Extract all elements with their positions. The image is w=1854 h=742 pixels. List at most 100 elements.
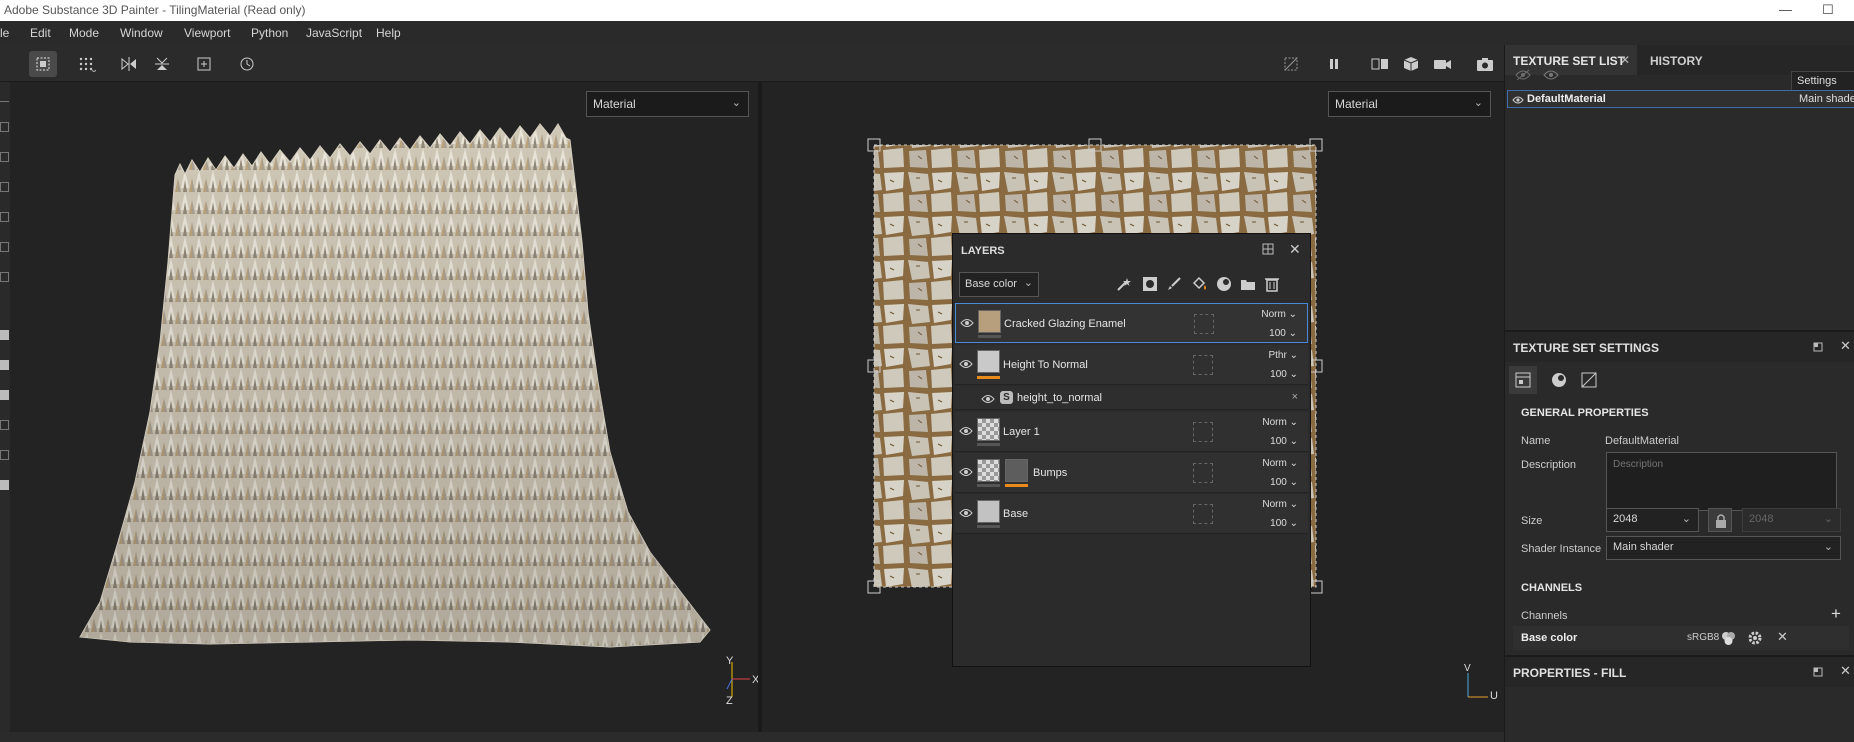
layers-channel-dropdown[interactable]: Base color ⌄ [959, 272, 1039, 297]
cube-icon[interactable] [1397, 51, 1425, 77]
visibility-eye-icon[interactable] [959, 507, 973, 521]
tab-shader-icon[interactable] [1545, 366, 1573, 394]
add-fill-layer-icon[interactable] [1191, 276, 1209, 295]
blend-mask-slot[interactable] [1193, 463, 1213, 483]
minimize-icon[interactable]: — [1779, 2, 1792, 17]
blend-mode-dropdown[interactable]: Norm ⌄ [1262, 417, 1298, 428]
delete-layer-icon[interactable] [1265, 276, 1279, 295]
layer-row-bumps[interactable]: Bumps Norm ⌄ 100 ⌄ [955, 453, 1308, 493]
tool-bake-icon[interactable] [0, 390, 9, 400]
add-mask-icon[interactable] [1142, 276, 1158, 295]
menu-javascript[interactable]: JavaScript [306, 26, 362, 40]
tool-paint-icon[interactable] [0, 92, 9, 102]
menu-edit[interactable]: Edit [30, 26, 51, 40]
add-paint-layer-icon[interactable] [1166, 276, 1182, 295]
pause-icon[interactable] [1320, 51, 1348, 77]
layer-row-height-to-normal[interactable]: Height To Normal Pthr ⌄ 100 ⌄ [955, 345, 1308, 385]
layer-row-base[interactable]: Base Norm ⌄ 100 ⌄ [955, 494, 1308, 534]
channel-row-base-color[interactable]: Base color sRGB8 ✕ [1513, 626, 1849, 650]
visibility-eye-icon[interactable] [959, 466, 973, 480]
blend-mode-dropdown[interactable]: Norm ⌄ [1261, 309, 1297, 320]
tab-history[interactable]: HISTORY [1642, 45, 1711, 75]
close-panel-icon[interactable]: ✕ [1840, 338, 1851, 354]
mirror-x-icon[interactable] [115, 51, 143, 77]
visibility-eye-icon[interactable] [959, 358, 973, 372]
description-input[interactable] [1606, 452, 1837, 511]
visibility-eye-icon[interactable] [981, 393, 995, 407]
texture-set-settings-title: TEXTURE SET SETTINGS [1513, 341, 1660, 355]
blend-mode-dropdown[interactable]: Norm ⌄ [1262, 458, 1298, 469]
visibility-eye-icon[interactable] [1512, 94, 1524, 108]
tab-uv-icon[interactable] [1575, 366, 1603, 394]
visibility-eye-icon[interactable] [959, 425, 973, 439]
close-panel-icon[interactable]: ✕ [1840, 663, 1851, 679]
layer-row-cracked-glazing-enamel[interactable]: Cracked Glazing Enamel Norm ⌄ 100 ⌄ [955, 303, 1308, 343]
maximize-icon[interactable]: ☐ [1822, 2, 1834, 18]
undock-icon[interactable] [1262, 243, 1274, 258]
add-folder-icon[interactable] [1240, 276, 1256, 295]
lock-size-button[interactable] [1708, 508, 1732, 532]
split-view-icon[interactable] [1366, 51, 1394, 77]
undock-icon[interactable] [1813, 341, 1823, 355]
menu-file[interactable]: le [0, 26, 9, 40]
screenshot-camera-icon[interactable] [1471, 51, 1499, 77]
remove-filter-icon[interactable]: × [1292, 391, 1298, 403]
blend-mode-dropdown[interactable]: Pthr ⌄ [1268, 350, 1298, 361]
history-icon[interactable] [233, 51, 261, 77]
tool-settings-icon[interactable] [0, 360, 9, 370]
settings-dropdown[interactable]: Settings [1791, 71, 1854, 91]
tool-clone-icon[interactable] [0, 242, 9, 252]
menu-python[interactable]: Python [251, 26, 288, 40]
grid-select-icon[interactable] [29, 51, 57, 77]
undock-icon[interactable] [1813, 666, 1823, 680]
hide-uv-icon[interactable] [1277, 51, 1305, 77]
filter-row-height-to-normal[interactable]: S height_to_normal × [955, 386, 1308, 410]
remove-channel-icon[interactable]: ✕ [1777, 629, 1788, 645]
blend-mode-dropdown[interactable]: Norm ⌄ [1262, 499, 1298, 510]
tool-smudge-icon[interactable] [0, 212, 9, 222]
opacity-dropdown[interactable]: 100 ⌄ [1270, 477, 1298, 488]
layer-name: Bumps [1033, 467, 1068, 479]
tool-geometry-icon[interactable] [0, 182, 9, 192]
tool-export-icon[interactable] [0, 330, 9, 340]
camera-video-icon[interactable] [1429, 51, 1457, 77]
mirror-y-icon[interactable] [148, 51, 176, 77]
close-layers-icon[interactable]: ✕ [1289, 241, 1301, 258]
tool-eraser-icon[interactable] [0, 122, 9, 132]
dots-grid-icon[interactable] [73, 51, 101, 77]
blend-mask-slot[interactable] [1194, 314, 1214, 334]
opacity-dropdown[interactable]: 100 ⌄ [1270, 518, 1298, 529]
blend-mask-slot[interactable] [1193, 355, 1213, 375]
tool-picker-icon[interactable] [0, 272, 9, 282]
opacity-dropdown[interactable]: 100 ⌄ [1270, 436, 1298, 447]
size-dropdown[interactable]: 2048 ⌄ [1606, 508, 1699, 532]
add-channel-icon[interactable]: + [1831, 604, 1841, 624]
visibility-eye-icon[interactable] [960, 317, 974, 331]
close-tab-icon[interactable]: ✕ [1620, 53, 1630, 67]
add-smart-material-icon[interactable] [1216, 276, 1232, 295]
channel-settings-gear-icon[interactable] [1747, 630, 1763, 649]
tab-general-icon[interactable] [1509, 366, 1537, 394]
add-effect-icon[interactable] [1116, 276, 1132, 295]
opacity-dropdown[interactable]: 100 ⌄ [1269, 328, 1297, 339]
menu-help[interactable]: Help [376, 26, 401, 40]
menu-mode[interactable]: Mode [69, 26, 99, 40]
tool-display-icon[interactable] [0, 450, 9, 460]
hide-all-icon[interactable] [1515, 69, 1531, 84]
texture-set-item[interactable]: DefaultMaterial Main shader [1507, 90, 1854, 108]
menu-viewport[interactable]: Viewport [184, 26, 230, 40]
texture-set-name: DefaultMaterial [1527, 93, 1606, 105]
menu-window[interactable]: Window [120, 26, 163, 40]
blend-mask-slot[interactable] [1193, 422, 1213, 442]
opacity-dropdown[interactable]: 100 ⌄ [1270, 369, 1298, 380]
viewport-3d[interactable]: Material ⌄ Y X Z [10, 82, 759, 732]
show-all-icon[interactable] [1543, 69, 1559, 84]
layer-row-layer-1[interactable]: Layer 1 Norm ⌄ 100 ⌄ [955, 412, 1308, 452]
tool-camera-icon[interactable] [0, 480, 9, 490]
blend-mask-slot[interactable] [1193, 504, 1213, 524]
tool-measure-icon[interactable] [0, 420, 9, 430]
tool-projection-icon[interactable] [0, 152, 9, 162]
color-channels-icon[interactable] [1720, 630, 1736, 649]
add-frame-icon[interactable] [190, 51, 218, 77]
shader-instance-dropdown[interactable]: Main shader ⌄ [1606, 536, 1841, 560]
